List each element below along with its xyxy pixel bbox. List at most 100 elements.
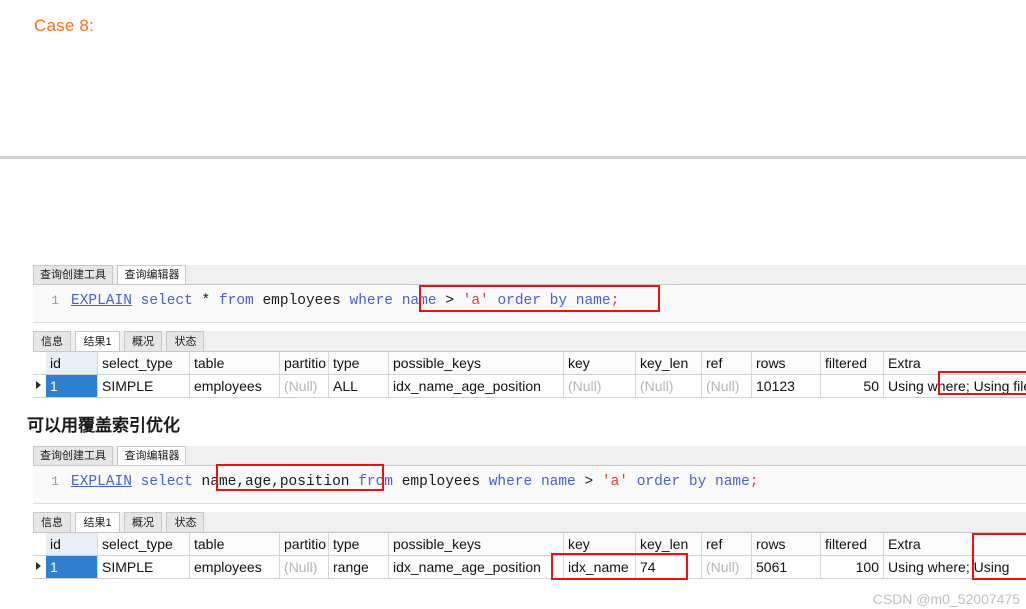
cell-partitions-1[interactable]: (Null)	[280, 375, 329, 397]
column-header-select-type-1[interactable]: select_type	[98, 352, 190, 374]
column-header-key-len-1[interactable]: key_len	[636, 352, 702, 374]
cell-id-1[interactable]: 1	[46, 375, 98, 397]
column-header-table-1[interactable]: table	[190, 352, 280, 374]
row-gutter-2	[33, 556, 46, 578]
cell-rows-2[interactable]: 5061	[752, 556, 821, 578]
cell-rows-1[interactable]: 10123	[752, 375, 821, 397]
sql-token-from-2: from	[358, 474, 393, 490]
line-number-2: 1	[51, 474, 59, 489]
cell-extra-2[interactable]: Using where; Using	[884, 556, 1026, 578]
cell-key-len-1[interactable]: (Null)	[636, 375, 702, 397]
cell-filtered-1[interactable]: 50	[821, 375, 884, 397]
column-header-select-type-2[interactable]: select_type	[98, 533, 190, 555]
result-tab-strip-1: 信息 结果1 概况 状态	[33, 331, 1026, 352]
column-header-rows-2[interactable]: rows	[752, 533, 821, 555]
row-gutter-header-2	[33, 533, 46, 555]
column-header-filtered-1[interactable]: filtered	[821, 352, 884, 374]
cell-filtered-2[interactable]: 100	[821, 556, 884, 578]
table-row-2[interactable]: 1 SIMPLE employees (Null) range idx_name…	[33, 556, 1026, 578]
sql-token-col-name-1: name	[401, 293, 437, 309]
tab-profile-2[interactable]: 概况	[124, 512, 163, 532]
column-header-extra-1[interactable]: Extra	[884, 352, 1026, 374]
column-header-ref-1[interactable]: ref	[702, 352, 752, 374]
tab-query-builder-2[interactable]: 查询创建工具	[33, 446, 113, 465]
explain-block-2: 查询创建工具 查询编辑器 1 EXPLAIN select name,age,po…	[33, 446, 1026, 579]
tab-result-1[interactable]: 结果1	[75, 331, 120, 351]
cell-extra-1[interactable]: Using where; Using fileso	[884, 375, 1026, 397]
sql-line-2: 1 EXPLAIN select name,age,position from e…	[33, 474, 759, 490]
cell-select-type-1[interactable]: SIMPLE	[98, 375, 190, 397]
tab-profile-1[interactable]: 概况	[124, 331, 163, 351]
tab-query-editor-2[interactable]: 查询编辑器	[117, 446, 187, 465]
explain-result-grid-1: id select_type table partitio type possi…	[33, 352, 1026, 398]
sql-token-select-1: select	[140, 293, 193, 309]
tab-status-2[interactable]: 状态	[166, 512, 205, 532]
column-header-possible-keys-2[interactable]: possible_keys	[389, 533, 564, 555]
sql-token-gt-2: >	[584, 474, 594, 490]
sql-token-explain-2: EXPLAIN	[71, 474, 132, 490]
sql-token-star-1: *	[201, 293, 211, 309]
editor-tab-strip-2: 查询创建工具 查询编辑器	[33, 446, 1026, 466]
column-header-filtered-2[interactable]: filtered	[821, 533, 884, 555]
cell-partitions-2[interactable]: (Null)	[280, 556, 329, 578]
cell-table-2[interactable]: employees	[190, 556, 280, 578]
editor-tab-strip-1: 查询创建工具 查询编辑器	[33, 265, 1026, 285]
cell-ref-2[interactable]: (Null)	[702, 556, 752, 578]
sql-token-semicolon-2: ;	[749, 474, 759, 490]
cell-key-len-2[interactable]: 74	[636, 556, 702, 578]
column-header-type-1[interactable]: type	[329, 352, 389, 374]
cell-possible-keys-2[interactable]: idx_name_age_position	[389, 556, 564, 578]
sql-editor-2[interactable]: 1 EXPLAIN select name,age,position from e…	[33, 466, 1026, 504]
coverage-index-note: 可以用覆盖索引优化	[27, 416, 180, 436]
column-header-table-2[interactable]: table	[190, 533, 280, 555]
grid-header-row-2: id select_type table partitio type possi…	[33, 533, 1026, 556]
sql-token-orderby-2: order by	[636, 474, 707, 490]
column-header-key-1[interactable]: key	[564, 352, 636, 374]
line-number-1: 1	[51, 293, 59, 308]
column-header-extra-2[interactable]: Extra	[884, 533, 1026, 555]
column-header-rows-1[interactable]: rows	[752, 352, 821, 374]
tab-query-editor-1[interactable]: 查询编辑器	[117, 265, 187, 284]
sql-token-table-2: employees	[401, 474, 481, 490]
cell-select-type-2[interactable]: SIMPLE	[98, 556, 190, 578]
cell-possible-keys-1[interactable]: idx_name_age_position	[389, 375, 564, 397]
sql-editor-1[interactable]: 1 EXPLAIN select * from employees where n…	[33, 285, 1026, 323]
sql-token-where-2: where	[488, 474, 533, 490]
cell-type-1[interactable]: ALL	[329, 375, 389, 397]
row-gutter-header-1	[33, 352, 46, 374]
column-header-possible-keys-1[interactable]: possible_keys	[389, 352, 564, 374]
sql-token-ordercol-2: name	[715, 474, 750, 490]
sql-token-orderby-1: order by	[497, 293, 568, 309]
column-header-ref-2[interactable]: ref	[702, 533, 752, 555]
sql-token-columns-2: name,age,position	[201, 474, 350, 490]
tab-query-builder-1[interactable]: 查询创建工具	[33, 265, 113, 284]
sql-token-ordercol-1: name	[575, 293, 611, 309]
tab-status-1[interactable]: 状态	[166, 331, 205, 351]
column-header-key-2[interactable]: key	[564, 533, 636, 555]
table-row-1[interactable]: 1 SIMPLE employees (Null) ALL idx_name_a…	[33, 375, 1026, 397]
cell-ref-1[interactable]: (Null)	[702, 375, 752, 397]
sql-token-select-2: select	[140, 474, 193, 490]
current-row-arrow-icon-2	[36, 562, 41, 570]
cell-type-2[interactable]: range	[329, 556, 389, 578]
sql-token-literal-a-2: 'a'	[601, 474, 628, 490]
cell-key-1[interactable]: (Null)	[564, 375, 636, 397]
column-header-key-len-2[interactable]: key_len	[636, 533, 702, 555]
column-header-partitions-1[interactable]: partitio	[280, 352, 329, 374]
column-header-id-2[interactable]: id	[46, 533, 98, 555]
column-header-partitions-2[interactable]: partitio	[280, 533, 329, 555]
cell-id-2[interactable]: 1	[46, 556, 98, 578]
sql-token-explain-1: EXPLAIN	[71, 293, 132, 309]
tab-result-2[interactable]: 结果1	[75, 512, 120, 532]
cell-table-1[interactable]: employees	[190, 375, 280, 397]
page-title: Case 8:	[34, 16, 94, 35]
csdn-watermark: CSDN @m0_52007475	[872, 591, 1020, 607]
column-header-id-1[interactable]: id	[46, 352, 98, 374]
tab-info-2[interactable]: 信息	[33, 512, 71, 532]
sql-token-col-name-2: name	[540, 474, 576, 490]
column-header-type-2[interactable]: type	[329, 533, 389, 555]
tab-info-1[interactable]: 信息	[33, 331, 71, 351]
cell-key-2[interactable]: idx_name	[564, 556, 636, 578]
explain-result-grid-2: id select_type table partitio type possi…	[33, 533, 1026, 579]
horizontal-divider	[0, 156, 1026, 159]
